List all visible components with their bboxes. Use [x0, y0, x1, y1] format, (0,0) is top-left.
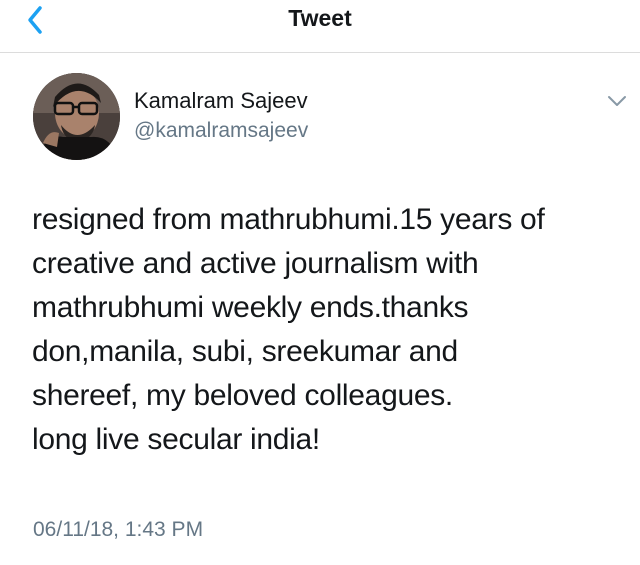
tweet-text-line: don,manila, subi, sreekumar and	[32, 335, 458, 368]
tweet-detail-screen: Tweet Kamalram Sajeev @kamalramsajeev re…	[0, 0, 640, 565]
tweet-text-line: creative and active journalism with	[32, 247, 479, 280]
author-handle[interactable]: @kamalramsajeev	[134, 118, 308, 144]
tweet-text-line: resigned from mathrubhumi.15 years of	[32, 203, 545, 236]
page-title: Tweet	[288, 5, 352, 31]
back-button[interactable]	[20, 2, 54, 38]
avatar[interactable]	[33, 73, 120, 160]
chevron-down-icon	[608, 96, 626, 106]
tweet-timestamp: 06/11/18, 1:43 PM	[33, 518, 204, 541]
avatar-photo	[33, 73, 120, 160]
more-options-button[interactable]	[603, 90, 631, 112]
tweet-text-line: long live secular india!	[32, 423, 320, 456]
author-name[interactable]: Kamalram Sajeev	[134, 88, 308, 114]
tweet-text-line: shereef, my beloved colleagues.	[32, 379, 453, 412]
tweet-text-line: mathrubhumi weekly ends.thanks	[32, 291, 469, 324]
nav-bar: Tweet	[0, 0, 640, 53]
tweet-text: resigned from mathrubhumi.15 years of cr…	[32, 198, 632, 462]
chevron-left-icon	[28, 6, 42, 34]
